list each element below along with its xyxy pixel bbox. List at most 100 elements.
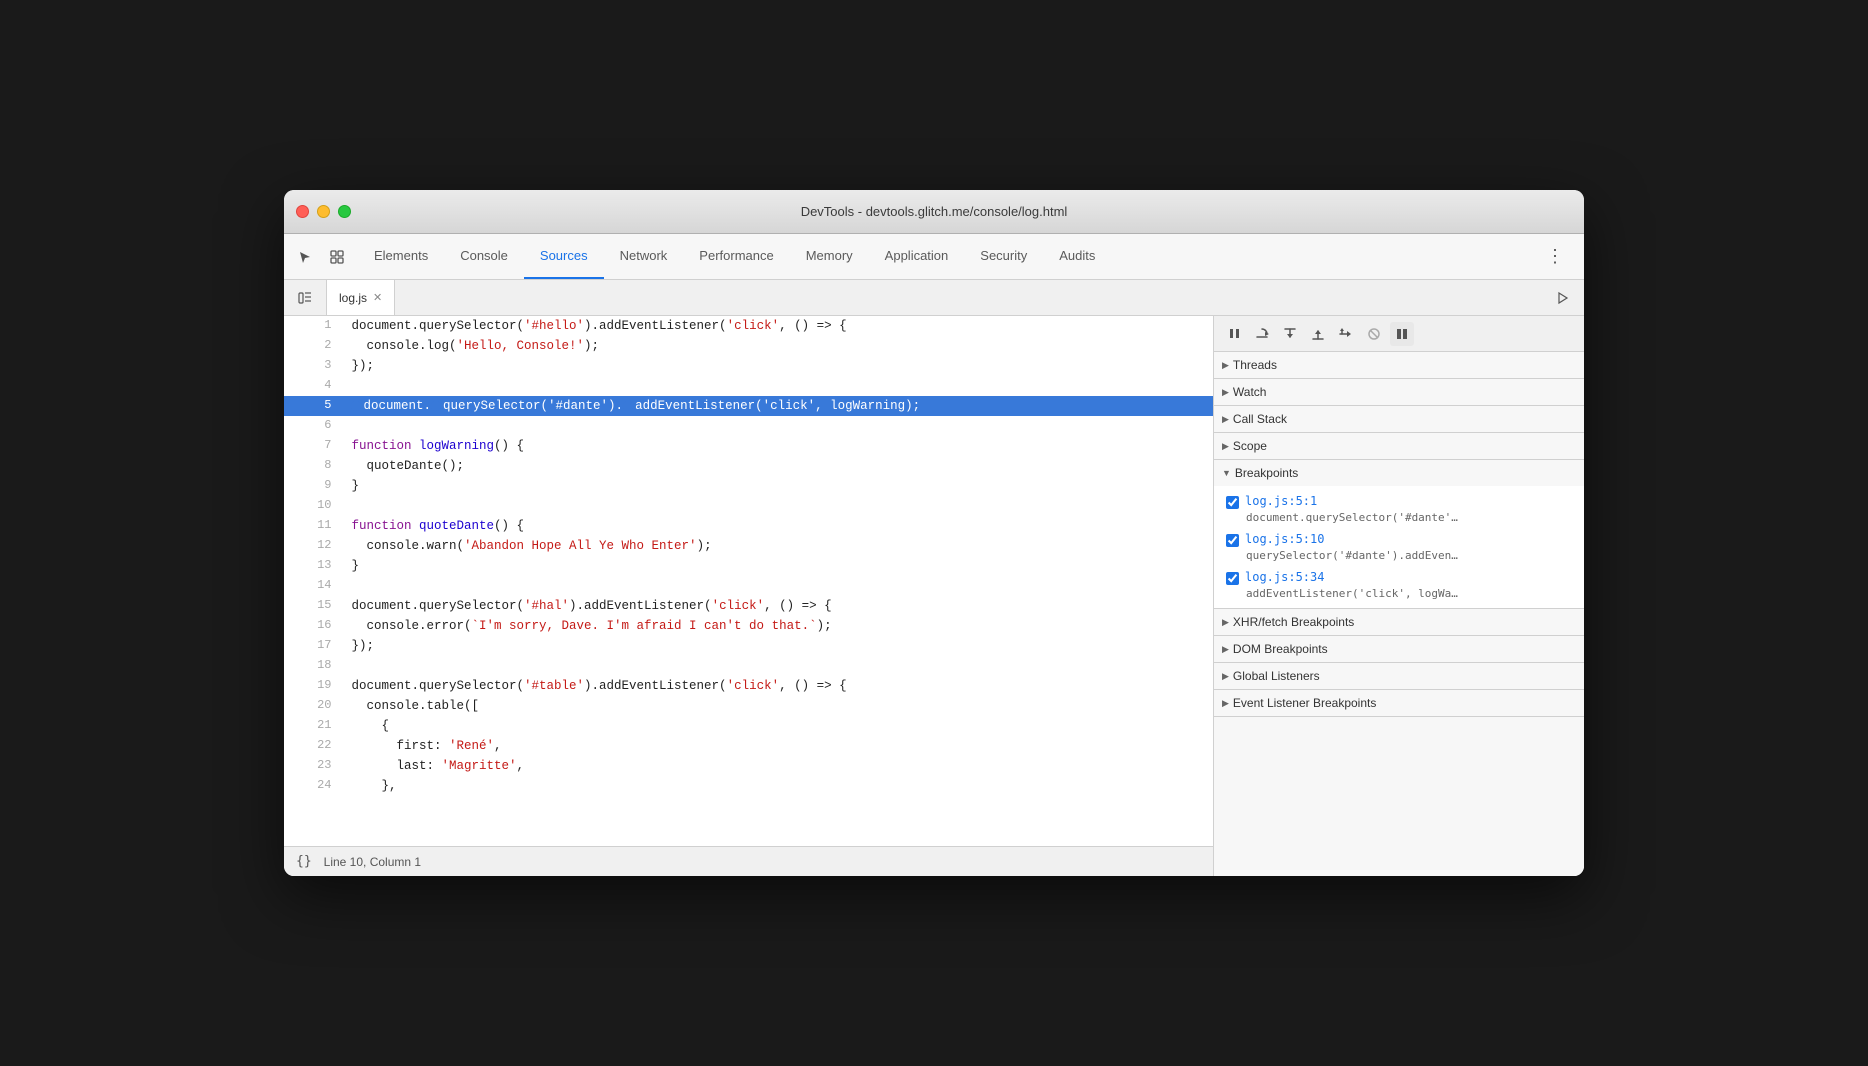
status-bar: {} Line 10, Column 1 xyxy=(284,846,1213,876)
section-arrow-global: ▶ xyxy=(1222,671,1229,682)
tab-audits[interactable]: Audits xyxy=(1043,234,1111,279)
line-number: 10 xyxy=(284,496,343,516)
breakpoint-row-3: log.js:5:34 xyxy=(1226,570,1572,585)
dont-pause-icon[interactable] xyxy=(1390,322,1414,346)
tab-console[interactable]: Console xyxy=(444,234,524,279)
step-out-icon[interactable] xyxy=(1306,322,1330,346)
line-number: 11 xyxy=(284,516,343,536)
section-header-watch[interactable]: ▶ Watch xyxy=(1214,379,1584,405)
code-editor[interactable]: 1 document.querySelector('#hello').addEv… xyxy=(284,316,1213,846)
line-number: 24 xyxy=(284,776,343,796)
line-content: } xyxy=(343,476,1213,496)
line-content: function logWarning() { xyxy=(343,436,1213,456)
tab-sources[interactable]: Sources xyxy=(524,234,604,279)
minimize-button[interactable] xyxy=(317,205,330,218)
section-header-callstack[interactable]: ▶ Call Stack xyxy=(1214,406,1584,432)
table-row: 13 } xyxy=(284,556,1213,576)
breakpoint-checkbox-1[interactable] xyxy=(1226,496,1239,509)
line-content xyxy=(343,656,1213,676)
cursor-icon[interactable] xyxy=(292,244,318,270)
table-row: 8 quoteDante(); xyxy=(284,456,1213,476)
tab-application[interactable]: Application xyxy=(869,234,965,279)
table-row: 6 xyxy=(284,416,1213,436)
table-row: 1 document.querySelector('#hello').addEv… xyxy=(284,316,1213,336)
line-number: 2 xyxy=(284,336,343,356)
breakpoint-item-2: log.js:5:10 querySelector('#dante').addE… xyxy=(1214,528,1584,566)
section-arrow-scope: ▶ xyxy=(1222,441,1229,452)
section-arrow-event-listeners: ▶ xyxy=(1222,698,1229,709)
breakpoint-row-1: log.js:5:1 xyxy=(1226,494,1572,509)
section-header-threads[interactable]: ▶ Threads xyxy=(1214,352,1584,378)
line-content xyxy=(343,376,1213,396)
breakpoint-code-1: document.querySelector('#dante'… xyxy=(1246,511,1536,524)
step-over-icon[interactable] xyxy=(1250,322,1274,346)
section-header-scope[interactable]: ▶ Scope xyxy=(1214,433,1584,459)
table-row: 21 { xyxy=(284,716,1213,736)
deactivate-breakpoints-icon[interactable] xyxy=(1362,322,1386,346)
line-content: } xyxy=(343,556,1213,576)
breakpoint-checkbox-2[interactable] xyxy=(1226,534,1239,547)
section-content-breakpoints: log.js:5:1 document.querySelector('#dant… xyxy=(1214,486,1584,608)
table-row: 24 }, xyxy=(284,776,1213,796)
tab-memory[interactable]: Memory xyxy=(790,234,869,279)
section-arrow-watch: ▶ xyxy=(1222,387,1229,398)
section-scope: ▶ Scope xyxy=(1214,433,1584,460)
code-area: 1 document.querySelector('#hello').addEv… xyxy=(284,316,1214,876)
format-icon[interactable]: {} xyxy=(296,854,312,869)
tab-security[interactable]: Security xyxy=(964,234,1043,279)
line-number: 1 xyxy=(284,316,343,336)
section-label-scope: Scope xyxy=(1233,439,1267,453)
file-tab-name: log.js xyxy=(339,291,367,305)
line-number: 5 xyxy=(284,396,343,416)
table-row: 9 } xyxy=(284,476,1213,496)
table-row: 10 xyxy=(284,496,1213,516)
table-row: 7 function logWarning() { xyxy=(284,436,1213,456)
sidebar-toggle-icon[interactable] xyxy=(292,285,318,311)
tab-performance[interactable]: Performance xyxy=(683,234,789,279)
line-content: { xyxy=(343,716,1213,736)
tab-elements[interactable]: Elements xyxy=(358,234,444,279)
step-icon[interactable] xyxy=(1334,322,1358,346)
section-event-listeners: ▶ Event Listener Breakpoints xyxy=(1214,690,1584,717)
line-number: 12 xyxy=(284,536,343,556)
section-header-event-listeners[interactable]: ▶ Event Listener Breakpoints xyxy=(1214,690,1584,716)
window-controls xyxy=(296,205,351,218)
maximize-button[interactable] xyxy=(338,205,351,218)
right-toolbar xyxy=(1214,316,1584,352)
execute-icon[interactable] xyxy=(1550,285,1576,311)
section-header-xhr[interactable]: ▶ XHR/fetch Breakpoints xyxy=(1214,609,1584,635)
line-content: console.warn('Abandon Hope All Ye Who En… xyxy=(343,536,1213,556)
step-into-icon[interactable] xyxy=(1278,322,1302,346)
devtools-window: DevTools - devtools.glitch.me/console/lo… xyxy=(284,190,1584,876)
line-content: document.querySelector('#dante').addEven… xyxy=(343,396,1213,416)
right-panel: ▶ Threads ▶ Watch ▶ xyxy=(1214,316,1584,876)
table-row: 12 console.warn('Abandon Hope All Ye Who… xyxy=(284,536,1213,556)
tabbar-end: ⋮ xyxy=(1538,234,1576,279)
line-content: console.error(`I'm sorry, Dave. I'm afra… xyxy=(343,616,1213,636)
breakpoint-item-1: log.js:5:1 document.querySelector('#dant… xyxy=(1214,490,1584,528)
pause-icon[interactable] xyxy=(1222,322,1246,346)
line-content: function quoteDante() { xyxy=(343,516,1213,536)
section-label-watch: Watch xyxy=(1233,385,1267,399)
inspect-icon[interactable] xyxy=(324,244,350,270)
more-options-icon[interactable]: ⋮ xyxy=(1538,242,1572,271)
close-button[interactable] xyxy=(296,205,309,218)
table-row: 4 xyxy=(284,376,1213,396)
section-header-dom[interactable]: ▶ DOM Breakpoints xyxy=(1214,636,1584,662)
line-content: }, xyxy=(343,776,1213,796)
right-sections: ▶ Threads ▶ Watch ▶ xyxy=(1214,352,1584,876)
file-tab-close-icon[interactable]: ✕ xyxy=(373,291,382,304)
table-row: 15 document.querySelector('#hal').addEve… xyxy=(284,596,1213,616)
line-content: first: 'René', xyxy=(343,736,1213,756)
breakpoint-checkbox-3[interactable] xyxy=(1226,572,1239,585)
file-tab-logjs[interactable]: log.js ✕ xyxy=(327,280,395,315)
section-header-global[interactable]: ▶ Global Listeners xyxy=(1214,663,1584,689)
tabbar-tools xyxy=(292,234,350,279)
tab-network[interactable]: Network xyxy=(604,234,684,279)
section-header-breakpoints[interactable]: ▼ Breakpoints xyxy=(1214,460,1584,486)
section-breakpoints: ▼ Breakpoints log.js:5:1 document.queryS… xyxy=(1214,460,1584,609)
section-label-breakpoints: Breakpoints xyxy=(1235,466,1298,480)
table-row-highlighted: 5 document.querySelector('#dante').addEv… xyxy=(284,396,1213,416)
section-label-callstack: Call Stack xyxy=(1233,412,1287,426)
table-row: 19 document.querySelector('#table').addE… xyxy=(284,676,1213,696)
